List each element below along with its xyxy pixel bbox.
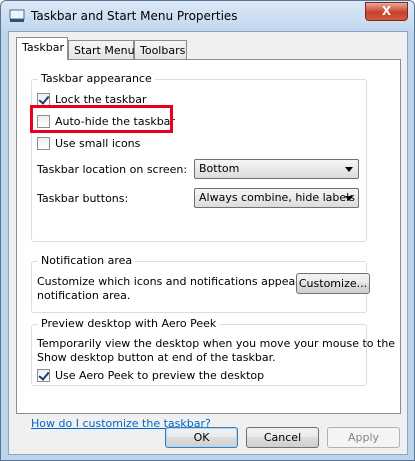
customize-button[interactable]: Customize...: [296, 273, 370, 294]
use-aero-peek-checkbox[interactable]: [37, 368, 50, 382]
tab-start-menu[interactable]: Start Menu: [68, 40, 135, 60]
tab-label: Toolbars: [140, 44, 186, 57]
tab-label: Taskbar: [22, 41, 64, 54]
notification-description-line1: Customize which icons and notifications …: [37, 275, 335, 288]
use-aero-peek-label: Use Aero Peek to preview the desktop: [55, 368, 265, 382]
notification-description-line2: notification area.: [37, 289, 131, 302]
aero-peek-description-line1: Temporarily view the desktop when you mo…: [37, 337, 396, 350]
small-icons-option[interactable]: Use small icons: [37, 135, 140, 151]
cancel-button[interactable]: Cancel: [246, 427, 319, 448]
lock-taskbar-label: Lock the taskbar: [55, 92, 147, 106]
highlight-box: [30, 105, 173, 133]
ok-button-label: OK: [193, 431, 210, 444]
notification-area-group: Notification area Customize which icons …: [31, 254, 370, 313]
properties-dialog: Taskbar and Start Menu Properties X Task…: [0, 0, 415, 461]
use-aero-peek-option[interactable]: Use Aero Peek to preview the desktop: [37, 367, 264, 383]
window-title: Taskbar and Start Menu Properties: [31, 9, 238, 23]
group-title: Taskbar appearance: [38, 72, 155, 85]
title-bar[interactable]: Taskbar and Start Menu Properties X: [1, 1, 414, 31]
taskbar-appearance-group: Taskbar appearance Lock the taskbar Auto…: [31, 72, 367, 242]
taskbar-location-value: Bottom: [199, 162, 240, 175]
small-icons-checkbox[interactable]: [37, 136, 50, 150]
close-button[interactable]: X: [365, 2, 408, 21]
aero-peek-description-line2: Show desktop button at end of the taskba…: [37, 351, 276, 364]
tab-toolbars[interactable]: Toolbars: [134, 40, 187, 60]
small-icons-label: Use small icons: [55, 136, 141, 150]
customize-button-label: Customize...: [298, 277, 368, 290]
dialog-client: Taskbar Start Menu Toolbars Taskbar appe…: [8, 31, 408, 455]
close-icon: X: [381, 4, 392, 18]
lock-taskbar-checkbox[interactable]: [37, 92, 50, 106]
taskbar-buttons-label: Taskbar buttons:: [37, 192, 129, 205]
group-title: Notification area: [38, 254, 136, 267]
taskbar-buttons-select[interactable]: Always combine, hide labels: [194, 188, 359, 208]
cancel-button-label: Cancel: [263, 431, 302, 444]
apply-button[interactable]: Apply: [327, 427, 400, 448]
group-title: Preview desktop with Aero Peek: [38, 317, 220, 330]
aero-peek-group: Preview desktop with Aero Peek Temporari…: [31, 317, 395, 386]
chevron-down-icon: [345, 167, 353, 172]
taskbar-app-icon: [9, 9, 25, 22]
taskbar-location-select[interactable]: Bottom: [194, 159, 359, 179]
chevron-down-icon: [345, 196, 353, 201]
tab-taskbar[interactable]: Taskbar: [16, 37, 68, 60]
taskbar-buttons-value: Always combine, hide labels: [199, 191, 355, 204]
ok-button[interactable]: OK: [165, 427, 238, 448]
taskbar-location-label: Taskbar location on screen:: [37, 163, 188, 176]
tab-label: Start Menu: [74, 44, 135, 57]
apply-button-label: Apply: [347, 431, 380, 444]
